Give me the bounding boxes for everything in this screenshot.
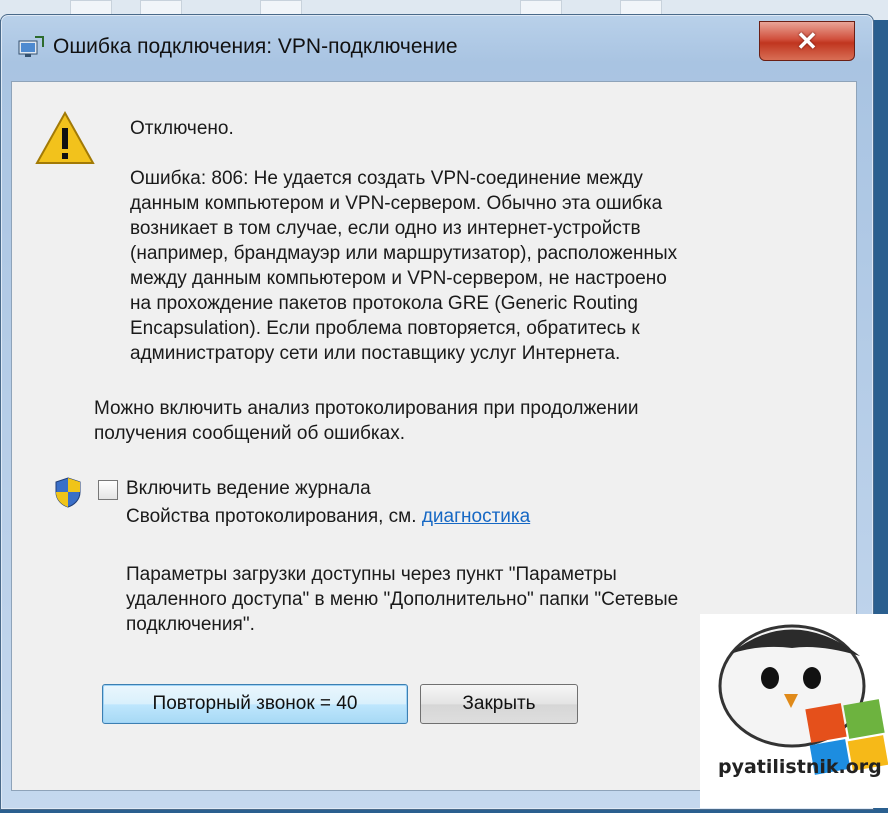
watermark-site-name: pyatilistnik.org (718, 756, 882, 778)
error-line: (например, брандмауэр или маршрутизатор)… (130, 243, 678, 264)
redial-button[interactable]: Повторный звонок = 40 (102, 684, 408, 724)
diagnostics-link[interactable]: диагностика (422, 506, 530, 527)
diagnostics-line: Свойства протоколирования, см. диагности… (126, 504, 530, 529)
title-bar[interactable]: Ошибка подключения: VPN-подключение ✕ (1, 15, 873, 81)
penguin-logo-icon (718, 624, 888, 775)
close-icon: ✕ (796, 25, 818, 56)
error-line: возникает в том случае, если одно из инт… (130, 218, 641, 239)
diagnostics-prefix: Свойства протоколирования, см. (126, 506, 422, 527)
dial-note-line: Параметры загрузки доступны через пункт … (126, 564, 617, 585)
error-message: Ошибка: 806: Не удается создать VPN-соед… (130, 166, 790, 366)
enable-logging-label[interactable]: Включить ведение журнала (126, 476, 371, 501)
window-title: Ошибка подключения: VPN-подключение (53, 35, 458, 58)
close-window-button[interactable]: ✕ (759, 21, 855, 61)
error-line: Encapsulation). Если проблема повторяетс… (130, 318, 640, 339)
connection-status: Отключено. (130, 118, 234, 139)
error-line: администратору сети или поставщику услуг… (130, 343, 621, 364)
error-line: Ошибка: 806: Не удается создать VPN-соед… (130, 168, 643, 189)
error-line: на прохождение пакетов протокола GRE (Ge… (130, 293, 638, 314)
close-button[interactable]: Закрыть (420, 684, 578, 724)
network-connection-icon (18, 36, 44, 57)
dial-note-line: удаленного доступа" в меню "Дополнительн… (126, 589, 679, 610)
warning-triangle-icon (35, 110, 95, 164)
uac-shield-icon (55, 477, 81, 508)
error-line: данным компьютером и VPN-сервером. Обычн… (130, 193, 663, 214)
enable-logging-checkbox[interactable] (98, 480, 118, 500)
logging-note-line: получения сообщений об ошибках. (94, 423, 405, 444)
logging-note-line: Можно включить анализ протоколирования п… (94, 398, 639, 419)
error-line: между данным компьютером и VPN-сервером,… (130, 268, 667, 289)
logging-note: Можно включить анализ протоколирования п… (94, 396, 774, 446)
watermark-logo: pyatilistnik.org (700, 614, 888, 808)
